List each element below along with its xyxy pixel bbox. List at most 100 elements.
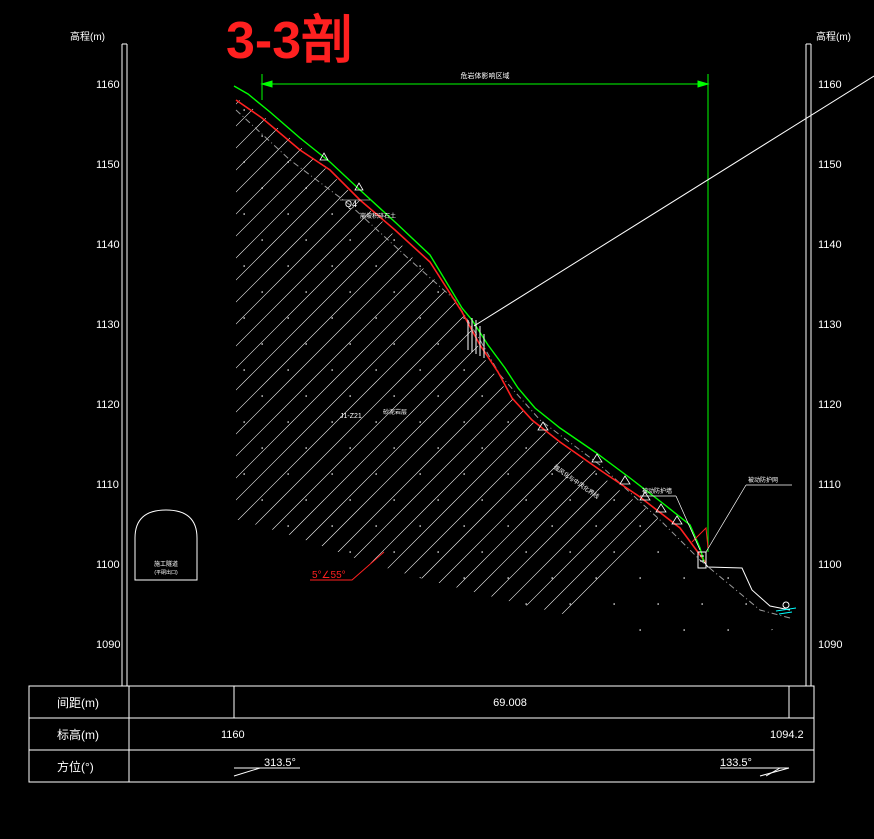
- row-header-distance: 间距(m): [57, 696, 99, 710]
- rock-dot: [745, 239, 747, 241]
- rock-dot: [287, 109, 289, 111]
- rock-dot: [375, 265, 377, 267]
- rock-dot: [419, 161, 421, 163]
- tick-label-left: 1140: [96, 239, 120, 251]
- tick-labels-right: 1160 1150 1140 1130 1120 1110 1100 1090: [818, 79, 842, 651]
- rock-dot: [639, 525, 641, 527]
- rock-dot: [771, 109, 773, 111]
- rock-dot: [551, 109, 553, 111]
- tick-label-right: 1090: [818, 639, 842, 651]
- rock-dot: [683, 421, 685, 423]
- rock-dot: [595, 577, 597, 579]
- rock-dot: [243, 317, 245, 319]
- hatch-line: [236, 98, 415, 645]
- axis-label-right: 高程(m): [816, 30, 851, 43]
- rock-dot: [569, 239, 571, 241]
- rock-dot: [595, 369, 597, 371]
- tick-label-right: 1160: [818, 79, 842, 91]
- rock-dot: [419, 317, 421, 319]
- rock-dot: [683, 525, 685, 527]
- rock-dot: [507, 109, 509, 111]
- rock-dot: [771, 629, 773, 631]
- rock-dot: [437, 395, 439, 397]
- rock-dot: [481, 239, 483, 241]
- rock-dot: [727, 421, 729, 423]
- rock-dot: [463, 161, 465, 163]
- rock-dot: [683, 473, 685, 475]
- rock-dot: [481, 135, 483, 137]
- rock-dot: [419, 525, 421, 527]
- rock-dot: [771, 525, 773, 527]
- hatch-line: [236, 98, 283, 645]
- rock-dot: [305, 447, 307, 449]
- rock-dot: [243, 213, 245, 215]
- hatch-line: [236, 98, 767, 645]
- rock-dot: [243, 265, 245, 267]
- rock-dot: [287, 421, 289, 423]
- rock-dot: [789, 395, 790, 397]
- rock-dot: [331, 525, 333, 527]
- rock-dot: [639, 421, 641, 423]
- tick-label-left: 1110: [96, 479, 119, 491]
- rock-dot: [437, 291, 439, 293]
- hatch-line: [236, 98, 723, 645]
- rock-dot: [525, 135, 527, 137]
- rock-dot: [463, 213, 465, 215]
- tick-label-right: 1150: [818, 159, 842, 171]
- rock-dot: [551, 369, 553, 371]
- rock-dot: [287, 213, 289, 215]
- rock-dot: [639, 369, 641, 371]
- rock-dot: [745, 395, 747, 397]
- rock-dot: [595, 109, 597, 111]
- rock-dot: [305, 343, 307, 345]
- rock-dot: [701, 239, 703, 241]
- hatch-line: [319, 98, 790, 645]
- rock-dot: [727, 473, 729, 475]
- rock-dot: [639, 577, 641, 579]
- rock-dot: [657, 343, 659, 345]
- rock-dot: [261, 343, 263, 345]
- rock-dot: [305, 239, 307, 241]
- tunnel-sublabel: (平硐出口): [154, 569, 178, 576]
- hatch-line: [236, 98, 481, 645]
- rock-dot: [375, 473, 377, 475]
- hatch-line: [236, 98, 437, 645]
- label-retaining-wall: 被动防护墙: [642, 487, 672, 495]
- rock-dot: [745, 187, 747, 189]
- rock-dot: [507, 265, 509, 267]
- rock-dot: [507, 421, 509, 423]
- rock-dot: [287, 473, 289, 475]
- rock-dot: [551, 265, 553, 267]
- rock-dot: [525, 187, 527, 189]
- rock-dot: [701, 291, 703, 293]
- rock-dot: [727, 629, 729, 631]
- hatch-line: [407, 98, 790, 645]
- rock-dot: [331, 317, 333, 319]
- hatch-line: [0, 80, 18, 680]
- section-canvas: 3-3剖 高程(m) 高程(m) 1160 1150 1140 1130 1120 111…: [0, 12, 874, 783]
- azimuth-start: 313.5°: [264, 757, 296, 769]
- rock-dot: [727, 109, 729, 111]
- hatch-line: [236, 98, 789, 645]
- rock-dot: [305, 603, 307, 605]
- rock-dot: [569, 499, 571, 501]
- rock-dot: [701, 447, 703, 449]
- rock-dot: [525, 239, 527, 241]
- rock-dot: [393, 551, 395, 553]
- rock-dot: [639, 473, 641, 475]
- rock-dot: [419, 213, 421, 215]
- rock-dot: [639, 161, 641, 163]
- rock-dot: [331, 213, 333, 215]
- hatch-line: [236, 98, 349, 645]
- rock-dot: [745, 499, 747, 501]
- rock-dot: [331, 473, 333, 475]
- rock-dot: [727, 213, 729, 215]
- rock-dot: [507, 213, 509, 215]
- rock-dot: [771, 421, 773, 423]
- rock-dot: [507, 577, 509, 579]
- rock-dot: [507, 161, 509, 163]
- rock-dot: [613, 447, 615, 449]
- rock-dot: [745, 551, 747, 553]
- rock-dot: [393, 187, 395, 189]
- rock-dot: [243, 629, 245, 631]
